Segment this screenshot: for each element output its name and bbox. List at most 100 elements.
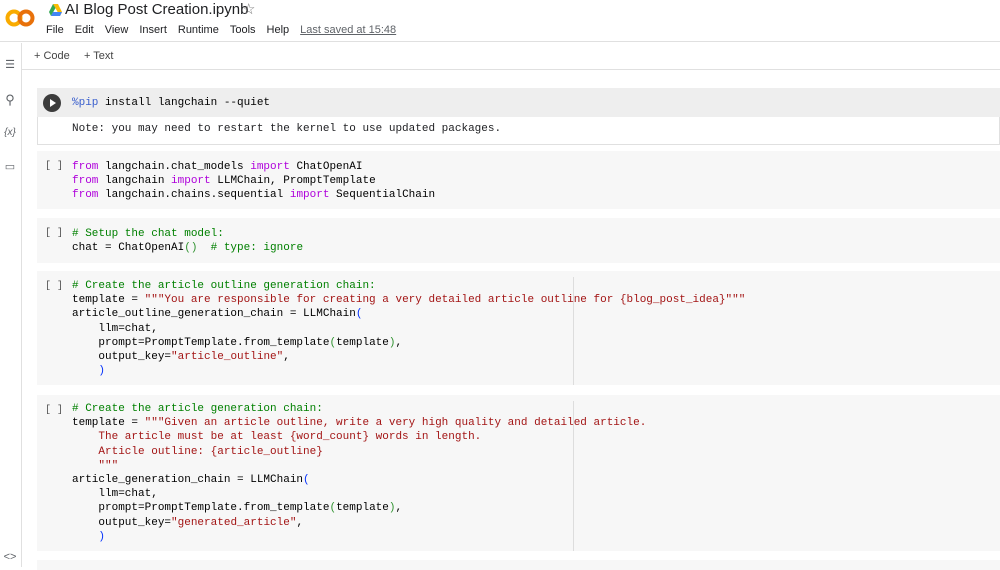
menu-edit[interactable]: Edit <box>75 24 94 36</box>
table-of-contents-icon[interactable]: ☰ <box>2 58 18 71</box>
last-saved-link[interactable]: Last saved at 15:48 <box>300 24 396 36</box>
code-token: llm=chat, <box>72 488 158 501</box>
code-token: template <box>336 502 389 515</box>
colab-logo[interactable] <box>5 8 35 28</box>
execution-count: [ ] <box>45 161 64 172</box>
cell-code[interactable]: # Setup the chat model: chat = ChatOpenAI… <box>72 227 303 255</box>
notebook-title[interactable]: AI Blog Post Creation.ipynb <box>65 1 248 18</box>
code-line: output_key="article_outline", <box>72 350 745 364</box>
cell-code[interactable]: # Create the article generation chain: te… <box>72 402 646 544</box>
code-token: prompt=PromptTemplate.from_template <box>72 336 330 349</box>
code-line: prompt=PromptTemplate.from_template(temp… <box>72 501 646 515</box>
code-line: # Create the article outline generation … <box>72 279 745 293</box>
code-token: """ <box>72 459 119 472</box>
code-token: langchain.chains.sequential <box>98 189 290 202</box>
code-line: %pip install langchain --quiet <box>72 96 270 110</box>
menu-bar: File Edit View Insert Runtime Tools Help… <box>46 24 407 36</box>
code-token: import <box>171 175 211 188</box>
cell-code[interactable]: from langchain.chat_models import ChatOp… <box>72 160 435 203</box>
code-token: from <box>72 161 99 173</box>
star-icon[interactable]: ☆ <box>242 0 255 18</box>
code-token: , <box>395 336 403 349</box>
code-token: template <box>336 336 389 349</box>
code-token: ChatOpenAI <box>289 161 363 173</box>
code-line: template = """Given an article outline, … <box>72 416 646 430</box>
code-line: Article outline: {article_outline} <box>72 445 646 459</box>
code-token: from <box>72 189 99 202</box>
code-cell[interactable] <box>37 560 1000 570</box>
code-token: chat = ChatOpenAI <box>72 242 185 255</box>
code-line: chat = ChatOpenAI() # type: ignore <box>72 241 303 255</box>
menu-insert[interactable]: Insert <box>139 24 167 36</box>
code-token: ( <box>355 308 363 321</box>
code-line: # Setup the chat model: <box>72 227 303 241</box>
execution-count: [ ] <box>45 405 64 416</box>
code-cell[interactable]: %pip install langchain --quiet Note: you… <box>37 88 1000 145</box>
sidebar: ☰ ⚲ {x} ▭ <> <box>0 43 22 567</box>
code-line: ) <box>72 530 646 544</box>
code-line: """ <box>72 459 646 473</box>
code-token: ) <box>98 365 106 378</box>
code-line: template = """You are responsible for cr… <box>72 293 745 307</box>
variables-icon[interactable]: {x} <box>2 127 18 138</box>
code-token: "generated_article" <box>171 516 297 529</box>
menu-help[interactable]: Help <box>267 24 290 36</box>
code-cell[interactable]: [ ] # Create the article generation chai… <box>37 395 1000 551</box>
run-cell-button[interactable] <box>43 94 61 112</box>
code-token: , <box>395 502 403 515</box>
toolbar: + Code + Text <box>22 43 1000 70</box>
code-line: prompt=PromptTemplate.from_template(temp… <box>72 336 745 350</box>
code-snippets-icon[interactable]: <> <box>2 551 18 563</box>
add-code-button[interactable]: + Code <box>34 50 70 62</box>
code-line: ) <box>72 364 745 378</box>
menu-runtime[interactable]: Runtime <box>178 24 219 36</box>
code-token: install langchain --quiet <box>98 97 271 109</box>
code-token: import <box>250 161 290 173</box>
cell-code[interactable]: %pip install langchain --quiet <box>72 96 270 110</box>
files-icon[interactable]: ▭ <box>2 160 18 173</box>
menu-view[interactable]: View <box>105 24 129 36</box>
code-line: output_key="generated_article", <box>72 516 646 530</box>
code-cell[interactable]: [ ] # Setup the chat model: chat = ChatOp… <box>37 218 1000 263</box>
code-token: """Given an article outline, write a ver… <box>144 417 647 430</box>
code-token: template = <box>72 417 145 430</box>
code-token: # Create the article outline generation … <box>72 280 376 292</box>
code-token: langchain.chat_models <box>98 161 251 173</box>
execution-count: [ ] <box>45 228 64 239</box>
code-token: """You are responsible for creating a ve… <box>144 294 746 307</box>
code-line: from langchain.chat_models import ChatOp… <box>72 160 435 174</box>
code-token: output_key= <box>72 516 172 529</box>
add-text-button[interactable]: + Text <box>84 50 113 62</box>
code-line: article_generation_chain = LLMChain( <box>72 473 646 487</box>
code-token: The article must be at least {word_count… <box>72 431 482 444</box>
header: AI Blog Post Creation.ipynb ☆ File Edit … <box>0 0 1000 42</box>
code-token: LLMChain, PromptTemplate <box>210 175 376 188</box>
code-line: # Create the article generation chain: <box>72 402 646 416</box>
code-line: article_outline_generation_chain = LLMCh… <box>72 307 745 321</box>
code-token: import <box>289 189 330 202</box>
code-cell[interactable]: [ ] # Create the article outline generat… <box>37 271 1000 385</box>
code-token: ) <box>98 530 106 543</box>
search-icon[interactable]: ⚲ <box>2 92 18 108</box>
code-token: langchain <box>98 175 172 188</box>
menu-tools[interactable]: Tools <box>230 24 256 36</box>
code-token: article_generation_chain = LLMChain <box>72 474 304 487</box>
code-token: "article_outline" <box>171 351 284 364</box>
code-line: from langchain.chains.sequential import … <box>72 188 435 202</box>
cell-output: Note: you may need to restart the kernel… <box>37 117 1000 145</box>
execution-count: [ ] <box>45 281 64 292</box>
code-token: () <box>184 242 198 255</box>
cell-code[interactable]: # Create the article outline generation … <box>72 279 745 378</box>
code-token: article_outline_generation_chain = LLMCh… <box>72 308 356 321</box>
menu-file[interactable]: File <box>46 24 64 36</box>
code-token: output_key= <box>72 351 172 364</box>
code-line: llm=chat, <box>72 487 646 501</box>
google-drive-icon[interactable] <box>49 4 62 16</box>
code-token: prompt=PromptTemplate.from_template <box>72 502 330 515</box>
code-token: # Create the article generation chain: <box>72 403 323 415</box>
code-cell[interactable]: [ ] from langchain.chat_models import Ch… <box>37 151 1000 209</box>
code-token: , <box>296 516 304 529</box>
